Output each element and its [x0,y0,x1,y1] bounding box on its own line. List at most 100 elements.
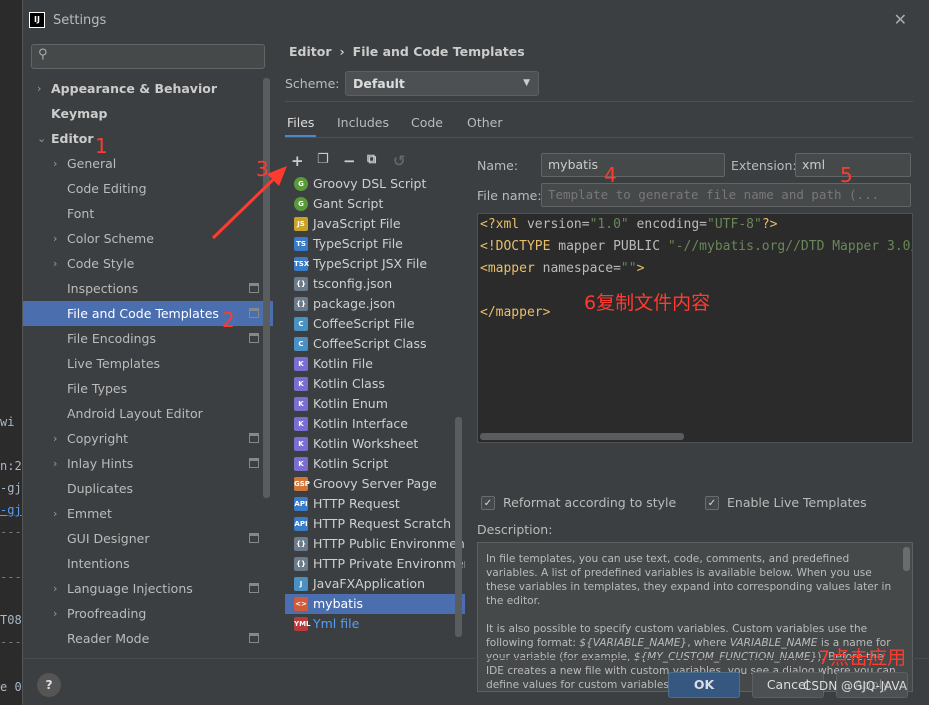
sidebar-item[interactable]: Keymap [23,101,273,126]
sidebar-item[interactable]: › Inlay Hints [23,451,273,476]
sidebar-item[interactable]: File and Code Templates [23,301,273,326]
project-scope-icon [249,333,259,343]
sidebar-item[interactable]: File Encodings [23,326,273,351]
extension-field[interactable]: xml [795,153,911,177]
sidebar-item-label: File and Code Templates [67,306,219,321]
sidebar-item-label: File Types [67,381,128,396]
file-type-icon: TSX [294,257,309,271]
chevron-right-icon[interactable]: › [53,151,57,176]
template-list-item[interactable]: GSP Groovy Server Page [285,474,465,494]
help-button[interactable]: ? [37,673,61,697]
search-icon: ⚲ [38,47,48,62]
file-type-icon: G [294,177,308,191]
sidebar-item[interactable]: GUI Designer [23,526,273,551]
close-icon[interactable]: ✕ [894,10,907,29]
scheme-label: Scheme: [285,76,340,91]
sidebar-item-label: Intentions [67,556,130,571]
sidebar-item[interactable]: Duplicates [23,476,273,501]
sidebar-item[interactable]: Reader Mode [23,626,273,651]
breadcrumb-separator: › [339,44,345,59]
project-scope-icon [249,433,259,443]
file-type-icon: K [294,357,308,371]
ok-button[interactable]: OK [668,672,740,698]
chevron-right-icon[interactable]: › [53,451,57,476]
name-field[interactable]: mybatis [541,153,725,177]
template-list-item[interactable]: K Kotlin Script [285,454,465,474]
template-name: Kotlin Enum [313,396,388,411]
template-list-item[interactable]: TS TypeScript File [285,234,465,254]
tab-code[interactable]: Code [409,112,445,138]
sidebar-item[interactable]: › Emmet [23,501,273,526]
chevron-right-icon[interactable]: › [53,426,57,451]
template-list-item[interactable]: K Kotlin File [285,354,465,374]
template-list-item[interactable]: K Kotlin Interface [285,414,465,434]
description-label: Description: [477,522,553,537]
template-list-scrollbar[interactable] [455,417,462,637]
sidebar-item[interactable]: › Copyright [23,426,273,451]
template-code-editor[interactable]: <?xml version="1.0" encoding="UTF-8"?> <… [477,213,913,443]
file-type-icon: {} [294,277,308,291]
remove-icon[interactable]: − [343,152,356,170]
chevron-right-icon[interactable]: › [53,501,57,526]
template-list-item[interactable]: K Kotlin Worksheet [285,434,465,454]
sidebar-item[interactable]: › Code Style [23,251,273,276]
template-name: JavaFXApplication [313,576,425,591]
tab-files[interactable]: Files [285,112,317,138]
sidebar-item-label: Inlay Hints [67,456,134,471]
chevron-right-icon[interactable]: › [37,76,41,101]
sidebar-item[interactable]: Intentions [23,551,273,576]
breadcrumb-editor[interactable]: Editor [289,44,332,59]
template-list-item[interactable]: {} tsconfig.json [285,274,465,294]
bg-code-line: ---- [0,525,24,539]
sidebar-item-label: Code Editing [67,181,147,196]
sidebar-item[interactable]: › Language Injections [23,576,273,601]
chevron-right-icon[interactable]: › [53,251,57,276]
sidebar-item[interactable]: File Types [23,376,273,401]
sidebar-item[interactable]: ⌄ Editor [23,126,273,151]
bg-code-line: wi [0,415,15,429]
sidebar-item[interactable]: › Proofreading [23,601,273,626]
template-list-item[interactable]: C CoffeeScript File [285,314,465,334]
search-input[interactable]: ⚲ [31,44,265,69]
template-list-item[interactable]: API HTTP Request [285,494,465,514]
tab-other[interactable]: Other [465,112,505,138]
sidebar-item-label: Code Style [67,256,135,271]
sidebar-item[interactable]: Inspections [23,276,273,301]
template-list-item[interactable]: G Groovy DSL Script [285,174,465,194]
template-list-item[interactable]: TSX TypeScript JSX File [285,254,465,274]
chevron-right-icon[interactable]: › [53,226,57,251]
template-list-item[interactable]: {} package.json [285,294,465,314]
sidebar-scrollbar[interactable] [263,78,270,498]
description-paragraph: In file templates, you can use text, cod… [486,553,892,607]
reset-icon[interactable]: ↺ [393,152,406,170]
filename-field[interactable]: Template to generate file name and path … [541,183,911,207]
template-list-item[interactable]: {} HTTP Private Environment File [285,554,465,574]
template-list-item[interactable]: J JavaFXApplication [285,574,465,594]
template-list-item[interactable]: {} HTTP Public Environment File [285,534,465,554]
tab-includes[interactable]: Includes [335,112,391,138]
create-child-icon[interactable]: ❐ [317,152,329,167]
name-label: Name: [477,158,519,173]
sidebar-item[interactable]: Live Templates [23,351,273,376]
chevron-down-icon[interactable]: ⌄ [37,126,46,151]
code-line: <!DOCTYPE mapper PUBLIC "-//mybatis.org/… [480,239,912,254]
project-scope-icon [249,633,259,643]
description-scrollbar[interactable] [903,547,910,571]
template-list-item[interactable]: C CoffeeScript Class [285,334,465,354]
template-list-item[interactable]: JS JavaScript File [285,214,465,234]
template-list-item[interactable]: G Gant Script [285,194,465,214]
sidebar-item[interactable]: › Appearance & Behavior [23,76,273,101]
template-list-item[interactable]: <> mybatis [285,594,465,614]
sidebar-item[interactable]: Android Layout Editor [23,401,273,426]
template-list-item[interactable]: K Kotlin Enum [285,394,465,414]
template-list-item[interactable]: YML Yml file [285,614,465,634]
scheme-select[interactable]: Default ▼ [345,71,539,96]
chevron-right-icon[interactable]: › [53,601,57,626]
chevron-right-icon[interactable]: › [53,576,57,601]
editor-scrollbar[interactable] [480,433,684,440]
template-toolbar: + ❐ − ⧉ ↺ [285,150,465,174]
copy-template-icon[interactable]: ⧉ [367,152,376,167]
template-list-item[interactable]: K Kotlin Class [285,374,465,394]
breadcrumb: Editor › File and Code Templates [289,44,533,59]
template-list-item[interactable]: API HTTP Request Scratch [285,514,465,534]
